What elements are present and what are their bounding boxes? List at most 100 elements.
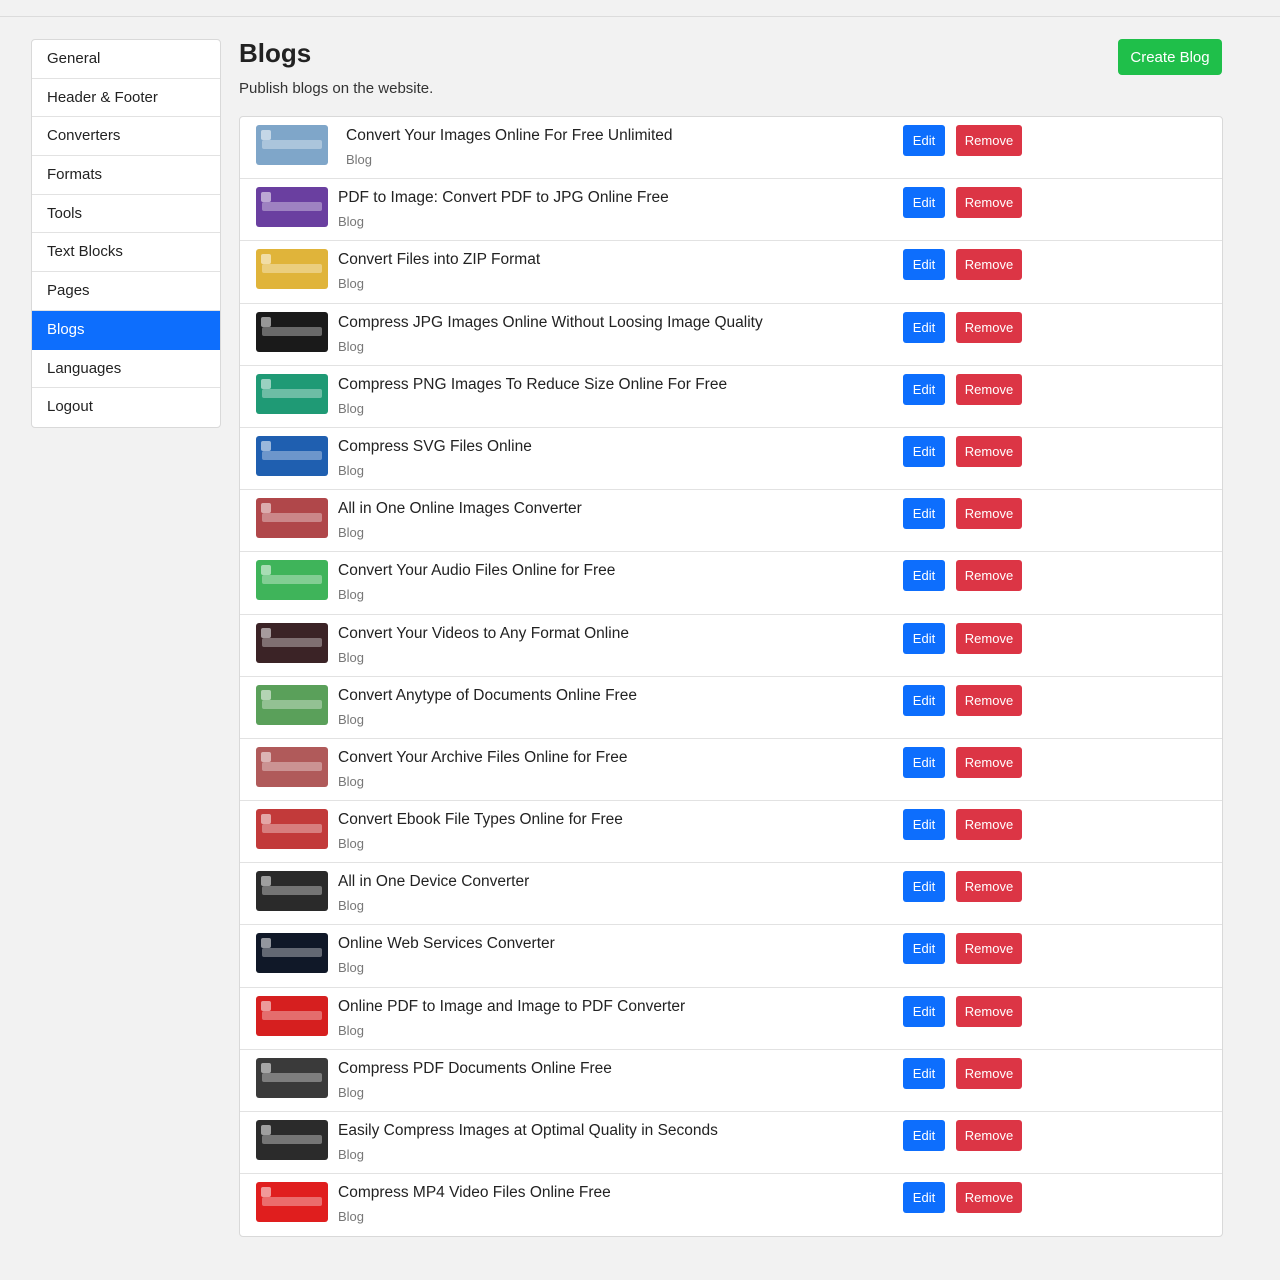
blog-title: Convert Your Audio Files Online for Free <box>338 562 616 580</box>
edit-button[interactable]: Edit <box>903 933 945 965</box>
sidebar-item-languages[interactable]: Languages <box>32 350 220 389</box>
blog-thumbnail <box>256 498 328 539</box>
remove-button[interactable]: Remove <box>956 435 1022 467</box>
sidebar-item-blogs[interactable]: Blogs <box>32 310 220 350</box>
blog-row: All in One Device Converter Blog Edit Remov… <box>240 863 1222 926</box>
edit-button[interactable]: Edit <box>903 187 945 219</box>
blog-row: Convert Files into ZIP Format Blog Edit Rem… <box>240 241 1222 304</box>
sidebar-item-logout[interactable]: Logout <box>32 388 220 427</box>
edit-button[interactable]: Edit <box>903 746 945 778</box>
remove-button[interactable]: Remove <box>956 1120 1022 1151</box>
remove-button[interactable]: Remove <box>956 684 1022 716</box>
edit-button[interactable]: Edit <box>903 373 945 405</box>
remove-button[interactable]: Remove <box>956 560 1022 592</box>
blog-category: Blog <box>338 1084 365 1100</box>
blog-row: Convert Your Audio Files Online for Free… <box>240 552 1222 615</box>
edit-button[interactable]: Edit <box>903 311 945 343</box>
edit-button[interactable]: Edit <box>903 249 945 281</box>
blog-thumbnail <box>256 933 328 974</box>
page-subtitle: Publish blogs on the website. <box>239 80 434 97</box>
blog-category: Blog <box>338 898 365 914</box>
blog-title: Convert Ebook File Types Online for Free <box>338 811 623 829</box>
blog-thumbnail <box>256 373 328 414</box>
blog-thumbnail <box>256 125 328 165</box>
blog-title: Convert Your Archive Files Online for Fr… <box>338 748 628 766</box>
sidebar-item-converters[interactable]: Converters <box>32 117 220 157</box>
remove-button[interactable]: Remove <box>956 125 1022 156</box>
blog-list: Convert Your Images Online For Free Unli… <box>239 116 1223 1238</box>
create-blog-button[interactable]: Create Blog <box>1118 39 1222 75</box>
blog-row: Convert Ebook File Types Online for Free… <box>240 801 1222 864</box>
sidebar-item-pages[interactable]: Pages <box>32 272 220 311</box>
remove-button[interactable]: Remove <box>956 871 1022 903</box>
edit-button[interactable]: Edit <box>903 809 945 841</box>
blog-thumbnail <box>256 746 328 787</box>
blog-category: Blog <box>338 836 365 852</box>
blog-category: Blog <box>338 1209 365 1225</box>
blog-row: Convert Your Videos to Any Format Online… <box>240 615 1222 677</box>
blog-thumbnail <box>256 1120 328 1160</box>
blog-title: Convert Your Images Online For Free Unli… <box>346 127 673 144</box>
blog-category: Blog <box>338 338 365 354</box>
blog-category: Blog <box>338 587 365 603</box>
blog-row: Compress MP4 Video Files Online Free Blog… <box>240 1174 1222 1236</box>
blog-category: Blog <box>338 960 365 976</box>
blog-category: Blog <box>346 152 373 167</box>
remove-button[interactable]: Remove <box>956 311 1022 343</box>
edit-button[interactable]: Edit <box>903 995 945 1027</box>
edit-button[interactable]: Edit <box>903 622 945 654</box>
remove-button[interactable]: Remove <box>956 995 1022 1027</box>
blog-category: Blog <box>338 1022 365 1038</box>
blog-row: All in One Online Images Converter Blog Ed… <box>240 490 1222 553</box>
edit-button[interactable]: Edit <box>903 871 945 903</box>
blog-title: Compress PDF Documents Online Free <box>338 1059 612 1077</box>
remove-button[interactable]: Remove <box>956 1057 1022 1089</box>
sidebar-item-formats[interactable]: Formats <box>32 156 220 195</box>
blog-title: Compress MP4 Video Files Online Free <box>338 1184 611 1202</box>
blog-category: Blog <box>338 400 365 416</box>
edit-button[interactable]: Edit <box>903 498 945 530</box>
remove-button[interactable]: Remove <box>956 809 1022 841</box>
blog-category: Blog <box>338 525 365 541</box>
edit-button[interactable]: Edit <box>903 1120 945 1151</box>
blog-title: Compress JPG Images Online Without Loosi… <box>338 313 763 331</box>
blog-row: Convert Your Images Online For Free Unli… <box>240 117 1222 180</box>
blog-title: Online PDF to Image and Image to PDF Con… <box>338 997 686 1015</box>
edit-button[interactable]: Edit <box>903 1182 945 1214</box>
edit-button[interactable]: Edit <box>903 560 945 592</box>
edit-button[interactable]: Edit <box>903 1057 945 1089</box>
blog-thumbnail <box>256 249 328 290</box>
blog-thumbnail <box>256 1182 328 1223</box>
sidebar-item-general[interactable]: General <box>32 40 220 79</box>
blog-row: Easily Compress Images at Optimal Qualit… <box>240 1112 1222 1175</box>
edit-button[interactable]: Edit <box>903 125 945 156</box>
blog-title: Compress PNG Images To Reduce Size Onlin… <box>338 375 728 393</box>
remove-button[interactable]: Remove <box>956 933 1022 965</box>
blog-title: All in One Device Converter <box>338 873 530 891</box>
remove-button[interactable]: Remove <box>956 187 1022 219</box>
blog-row: Compress SVG Files Online Blog Edit Remove <box>240 428 1222 491</box>
edit-button[interactable]: Edit <box>903 435 945 467</box>
sidebar-item-tools[interactable]: Tools <box>32 195 220 234</box>
blog-category: Blog <box>338 214 365 230</box>
remove-button[interactable]: Remove <box>956 746 1022 778</box>
blog-title: Easily Compress Images at Optimal Qualit… <box>338 1122 718 1139</box>
remove-button[interactable]: Remove <box>956 622 1022 654</box>
sidebar-item-header-footer[interactable]: Header & Footer <box>32 79 220 118</box>
blog-thumbnail <box>256 622 328 663</box>
blog-category: Blog <box>338 649 365 665</box>
blog-row: Convert Your Archive Files Online for Fr… <box>240 739 1222 802</box>
blog-thumbnail <box>256 560 328 601</box>
blog-title: Compress SVG Files Online <box>338 437 532 455</box>
remove-button[interactable]: Remove <box>956 1182 1022 1214</box>
remove-button[interactable]: Remove <box>956 373 1022 405</box>
blog-category: Blog <box>338 1147 365 1162</box>
remove-button[interactable]: Remove <box>956 498 1022 530</box>
blog-title: Convert Your Videos to Any Format Online <box>338 624 629 642</box>
edit-button[interactable]: Edit <box>903 684 945 716</box>
blog-row: Compress JPG Images Online Without Loosi… <box>240 304 1222 366</box>
remove-button[interactable]: Remove <box>956 249 1022 281</box>
blog-thumbnail <box>256 187 328 228</box>
blog-title: Online Web Services Converter <box>338 935 555 953</box>
sidebar-item-text-blocks[interactable]: Text Blocks <box>32 233 220 273</box>
